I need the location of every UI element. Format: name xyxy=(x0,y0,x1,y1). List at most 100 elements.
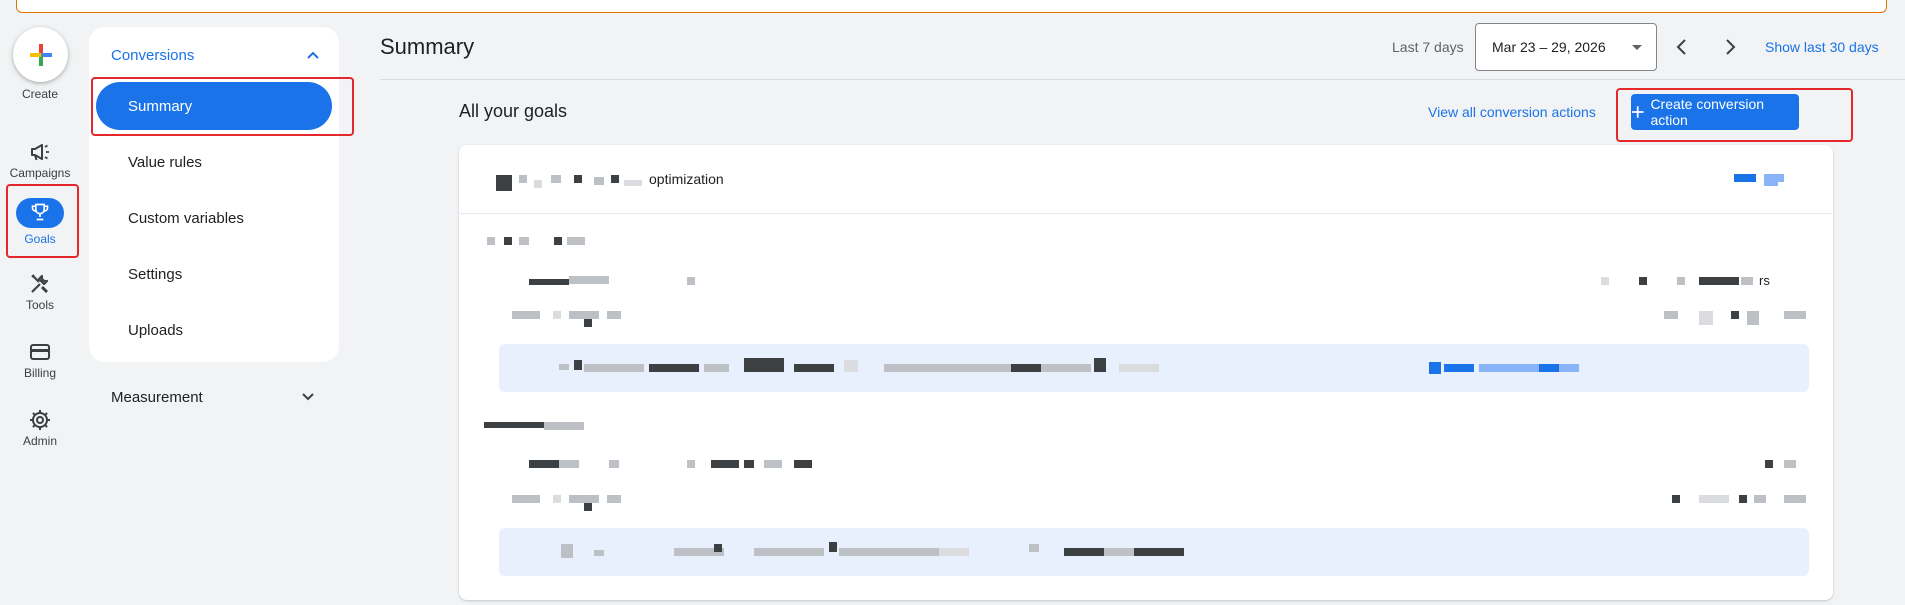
create-conversion-highlight-box xyxy=(1616,88,1853,142)
obscured-text xyxy=(1784,460,1796,468)
obscured-text xyxy=(544,422,584,430)
rail-item-billing[interactable]: Billing xyxy=(0,336,80,398)
obscured-text xyxy=(1664,311,1678,319)
obscured-text xyxy=(487,237,495,245)
measurement-label: Measurement xyxy=(111,388,203,406)
obscured-text xyxy=(504,237,512,245)
obscured-text xyxy=(594,177,604,185)
nav-item-label: Uploads xyxy=(128,321,184,339)
obscured-text xyxy=(584,319,592,327)
obscured-text xyxy=(569,276,609,284)
obscured-text xyxy=(567,237,585,245)
obscured-text xyxy=(624,180,642,186)
obscured-text xyxy=(744,460,754,468)
megaphone-icon xyxy=(31,144,49,161)
obscured-text xyxy=(1639,277,1647,285)
summary-highlight-box xyxy=(91,77,354,136)
chevron-right-icon[interactable] xyxy=(1718,35,1742,59)
goal-category-icon xyxy=(496,175,512,191)
obscured-text xyxy=(1672,495,1680,503)
chevron-down-icon xyxy=(302,393,314,401)
obscured-text xyxy=(519,237,529,245)
obscured-text xyxy=(529,460,559,468)
all-goals-heading: All your goals xyxy=(459,101,568,121)
recommendation-banner[interactable] xyxy=(499,344,1809,392)
goals-card: optimization rs xyxy=(459,145,1833,600)
obscured-text xyxy=(534,180,542,188)
obscured-text xyxy=(519,175,527,183)
show-last-30-days-link[interactable]: Show last 30 days xyxy=(1765,39,1879,55)
obscured-text xyxy=(569,311,599,319)
date-range-value: Mar 23 – 29, 2026 xyxy=(1492,39,1606,55)
obscured-text xyxy=(484,422,544,428)
obscured-text xyxy=(1699,311,1713,325)
credit-card-icon xyxy=(30,344,50,360)
view-all-conversion-actions-link[interactable]: View all conversion actions xyxy=(1428,104,1596,120)
obscured-text xyxy=(607,495,621,503)
obscured-text xyxy=(529,279,569,285)
obscured-text xyxy=(551,175,561,183)
chevron-left-icon[interactable] xyxy=(1670,35,1694,59)
obscured-text xyxy=(1741,277,1753,285)
card-action-link[interactable] xyxy=(1734,174,1756,182)
date-range-select[interactable]: Mar 23 – 29, 2026 xyxy=(1475,23,1657,71)
plus-icon xyxy=(29,43,52,66)
rail-item-label: Billing xyxy=(23,366,56,380)
obscured-text xyxy=(512,495,540,503)
obscured-text xyxy=(711,460,739,468)
obscured-text xyxy=(1699,495,1729,503)
obscured-text xyxy=(1765,460,1773,468)
conversions-section-header[interactable]: Conversions xyxy=(111,43,321,67)
obscured-text xyxy=(1601,277,1609,285)
obscured-text xyxy=(554,237,562,245)
obscured-text xyxy=(512,311,540,319)
caret-down-icon xyxy=(1632,45,1642,50)
obscured-text xyxy=(794,460,812,468)
measurement-section-header[interactable]: Measurement xyxy=(111,385,316,409)
conversions-label: Conversions xyxy=(111,46,195,64)
obscured-text xyxy=(553,311,561,319)
obscured-text xyxy=(1747,311,1759,325)
page-title: Summary xyxy=(380,34,475,59)
nav-item-uploads[interactable]: Uploads xyxy=(96,306,332,354)
chevron-up-icon xyxy=(307,51,319,59)
tools-icon xyxy=(31,274,49,294)
create-button[interactable] xyxy=(13,27,68,82)
obscured-text xyxy=(584,503,592,511)
left-rail: Create Campaigns Goals Tools Billing Adm… xyxy=(0,0,80,605)
nav-item-value-rules[interactable]: Value rules xyxy=(96,138,332,186)
obscured-text xyxy=(764,460,782,468)
nav-item-label: Custom variables xyxy=(128,209,244,227)
obscured-text xyxy=(607,311,621,319)
recommendation-banner[interactable] xyxy=(499,528,1809,576)
obscured-text xyxy=(1739,495,1747,503)
obscured-text xyxy=(609,460,619,468)
obscured-text xyxy=(559,460,579,468)
obscured-text xyxy=(687,277,695,285)
obscured-text xyxy=(569,495,599,503)
obscured-text xyxy=(1784,495,1806,503)
gear-icon xyxy=(30,410,50,430)
date-range-label: Last 7 days xyxy=(1392,39,1464,55)
obscured-text xyxy=(553,495,561,503)
row-tail-fragment: rs xyxy=(1759,273,1770,288)
nav-item-custom-variables[interactable]: Custom variables xyxy=(96,194,332,242)
obscured-text xyxy=(687,460,695,468)
obscured-text xyxy=(1731,311,1739,319)
header-divider xyxy=(380,79,1905,80)
obscured-text xyxy=(611,175,619,183)
rail-item-label: Tools xyxy=(25,298,54,312)
nav-item-label: Value rules xyxy=(128,153,202,171)
obscured-text xyxy=(1784,311,1806,319)
card-divider xyxy=(459,213,1833,214)
nav-item-label: Settings xyxy=(128,265,183,283)
obscured-text xyxy=(1754,495,1766,503)
card-title-fragment: optimization xyxy=(649,171,724,187)
obscured-text xyxy=(1764,174,1784,182)
obscured-text xyxy=(1677,277,1685,285)
rail-item-tools[interactable]: Tools xyxy=(0,268,80,330)
create-label: Create xyxy=(21,87,59,101)
rail-item-admin[interactable]: Admin xyxy=(0,404,80,466)
nav-item-settings[interactable]: Settings xyxy=(96,250,332,298)
obscured-text xyxy=(574,175,582,183)
